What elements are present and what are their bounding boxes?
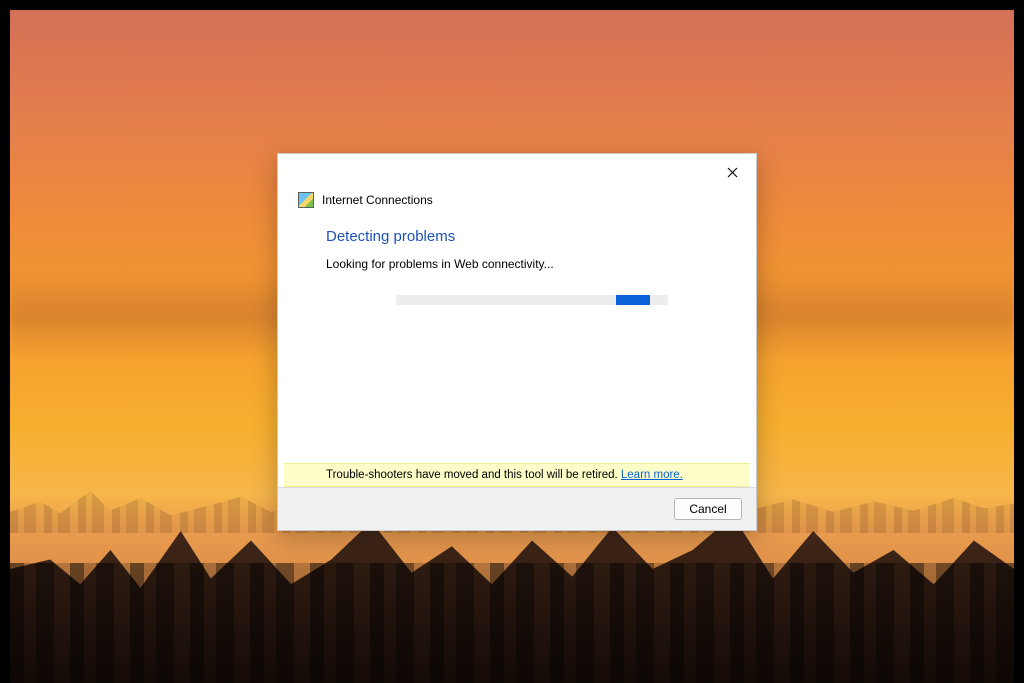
learn-more-link[interactable]: Learn more. (621, 469, 683, 481)
retirement-notice: Trouble-shooters have moved and this too… (284, 463, 750, 487)
progress-bar (396, 295, 668, 305)
dialog-header: Internet Connections (278, 192, 756, 208)
close-icon (727, 167, 738, 178)
cancel-button[interactable]: Cancel (674, 498, 742, 520)
troubleshooter-dialog: Internet Connections Detecting problems … (277, 153, 757, 531)
progress-indicator (616, 295, 650, 305)
dialog-body: Detecting problems Looking for problems … (278, 208, 756, 463)
step-description: Looking for problems in Web connectivity… (326, 257, 708, 271)
step-title: Detecting problems (326, 228, 708, 245)
notice-text: Trouble-shooters have moved and this too… (326, 469, 621, 481)
close-button[interactable] (718, 160, 746, 184)
dialog-footer: Cancel (278, 487, 756, 530)
dialog-titlebar (278, 154, 756, 192)
dialog-title: Internet Connections (322, 193, 433, 207)
progress-container (326, 295, 708, 305)
troubleshooter-icon (298, 192, 314, 208)
